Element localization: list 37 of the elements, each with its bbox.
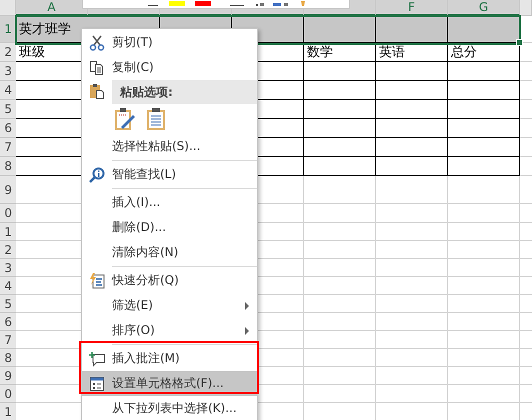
row-header[interactable]: 6 bbox=[0, 119, 16, 138]
row-header[interactable]: 6 bbox=[0, 313, 16, 331]
row-header[interactable]: 5 bbox=[0, 100, 16, 119]
row-header[interactable]: 1 bbox=[0, 16, 16, 43]
menu-item[interactable]: 排序(O) bbox=[82, 318, 257, 343]
row-header[interactable]: 0 bbox=[0, 204, 16, 223]
row-header[interactable]: 9 bbox=[0, 176, 16, 204]
column-header[interactable]: G bbox=[448, 0, 520, 16]
table-cell: 数学 bbox=[304, 43, 376, 62]
menu-item[interactable]: 插入(I)... bbox=[82, 190, 257, 215]
row-header[interactable]: 9 bbox=[0, 367, 16, 385]
row-header[interactable]: 1 bbox=[0, 403, 16, 420]
row-header[interactable]: 2 bbox=[0, 43, 16, 62]
row-header[interactable]: 5 bbox=[0, 295, 16, 313]
menu-item[interactable]: 选择性粘贴(S)... bbox=[82, 134, 257, 159]
menu-item[interactable]: 删除(D)... bbox=[82, 215, 257, 240]
menu-item[interactable]: 筛选(E) bbox=[82, 293, 257, 318]
menu-item[interactable]: 智能查找(L) bbox=[82, 162, 257, 187]
row-header[interactable]: 7 bbox=[0, 138, 16, 157]
row-header[interactable]: 0 bbox=[0, 385, 16, 403]
menu-item[interactable]: 从下拉列表中选择(K)... bbox=[82, 396, 257, 420]
row-header[interactable]: 2 bbox=[0, 241, 16, 259]
row-header[interactable]: 4 bbox=[0, 81, 16, 100]
menu-item[interactable]: 清除内容(N) bbox=[82, 240, 257, 265]
column-header[interactable]: F bbox=[376, 0, 448, 16]
row-header[interactable]: 7 bbox=[0, 331, 16, 349]
menu-item[interactable]: 插入批注(M) bbox=[82, 346, 257, 371]
row-header[interactable]: 8 bbox=[0, 349, 16, 367]
row-header[interactable]: 3 bbox=[0, 62, 16, 81]
menu-section-header: 粘贴选项: bbox=[112, 80, 257, 104]
row-header[interactable]: 1 bbox=[0, 223, 16, 241]
row-header[interactable]: 4 bbox=[0, 277, 16, 295]
row-header[interactable]: 3 bbox=[0, 259, 16, 277]
menu-item[interactable]: 快速分析(Q) bbox=[82, 268, 257, 293]
table-cell: 英语 bbox=[376, 43, 448, 62]
menu-item[interactable]: 设置单元格格式(F)... bbox=[82, 371, 257, 396]
row-header[interactable]: 8 bbox=[0, 157, 16, 176]
